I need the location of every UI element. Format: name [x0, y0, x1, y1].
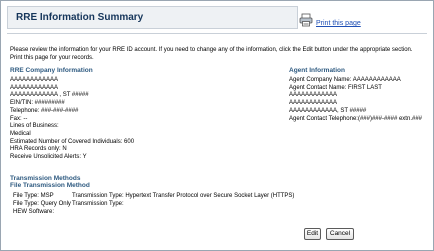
rre-company-line: AAAAAAAAAAAA	[10, 77, 59, 83]
hew-software: HEW Software:	[13, 209, 55, 215]
rre-ein-tin: EIN/TIN: #########	[10, 100, 65, 107]
printer-icon[interactable]	[299, 13, 313, 27]
print-page-link[interactable]: Print this page	[316, 20, 361, 27]
intro-line-1: Please review the information for your R…	[10, 47, 413, 53]
rre-company-heading: RRE Company Information	[10, 67, 93, 74]
agent-address-line: AAAAAAAAAAAA	[289, 92, 338, 99]
header-divider	[7, 33, 427, 34]
rre-fax: Fax: --	[10, 115, 28, 122]
transmission-type: Transmission Type:	[72, 201, 124, 207]
agent-contact-telephone: Agent Contact Telephone:(###)###-#### ex…	[289, 115, 422, 122]
agent-company-name: Agent Company Name: AAAAAAAAAAAA	[289, 77, 401, 83]
page-title: RRE Information Summary	[16, 12, 144, 23]
transmission-section: Transmission Methods File Transmission M…	[10, 175, 430, 217]
hew-software-row: HEW Software:	[10, 209, 430, 217]
rre-company-section: RRE Company Information AAAAAAAAAAAA AAA…	[10, 67, 260, 162]
rre-lines-of-business-value: Medical	[10, 130, 31, 137]
edit-button[interactable]: Edit	[304, 228, 321, 240]
rre-unsolicited-alerts: Receive Unsolicited Alerts: Y	[10, 154, 87, 161]
transmission-row: File Type: MSP Transmission Type: Hypert…	[10, 193, 430, 201]
rre-covered-individuals: Estimated Number of Covered Individuals:…	[10, 138, 135, 145]
agent-section: Agent Information Agent Company Name: AA…	[289, 67, 429, 123]
transmission-row: File Type: Query Only Transmission Type:	[10, 201, 430, 209]
file-type: File Type: MSP	[13, 193, 54, 199]
rre-lines-of-business-label: Lines of Business:	[10, 123, 59, 130]
rre-hra-records: HRA Records only: N	[10, 146, 67, 153]
rre-company-line: AAAAAAAAAAAA , ST #####	[10, 92, 89, 99]
file-type: File Type: Query Only	[13, 201, 71, 207]
cancel-button[interactable]: Cancel	[326, 228, 354, 240]
agent-contact-name: Agent Contact Name: FIRST LAST	[289, 84, 382, 91]
agent-address-line: AAAAAAAAAAAA	[289, 100, 338, 107]
file-transmission-heading: File Transmission Method	[10, 182, 90, 189]
transmission-type: Transmission Type: Hypertext Transfer Pr…	[72, 193, 295, 199]
rre-company-line: AAAAAAAAAAAA	[10, 84, 59, 91]
transmission-heading: Transmission Methods	[10, 175, 81, 182]
agent-city-state-zip: AAAAAAAAAAAA, ST #####	[289, 107, 367, 114]
title-bar: RRE Information Summary	[7, 6, 298, 29]
agent-heading: Agent Information	[289, 67, 345, 74]
summary-panel: RRE Information Summary Print this page …	[0, 0, 434, 251]
intro-text: Please review the information for your R…	[10, 46, 428, 62]
intro-line-2: Print this page for your records.	[10, 55, 94, 61]
rre-telephone: Telephone: ###-###-####	[10, 107, 79, 114]
